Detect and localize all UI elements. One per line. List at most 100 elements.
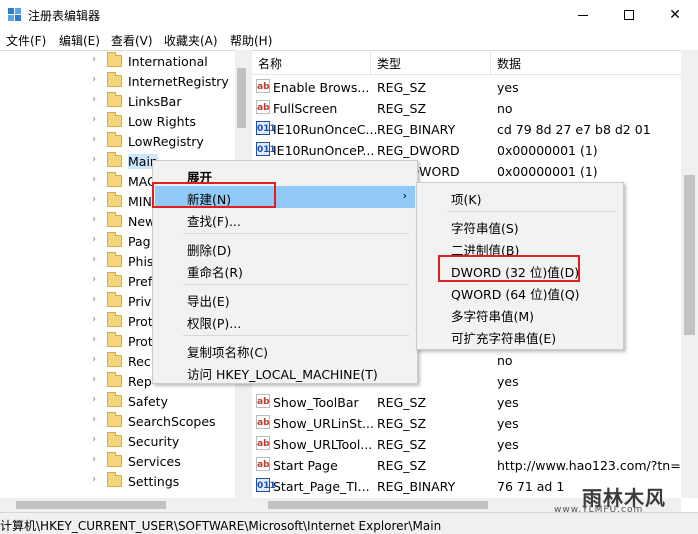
submenu-item[interactable]: QWORD (64 位)值(Q) [419,281,621,303]
expand-chevron-icon[interactable]: › [92,394,96,405]
tree-item-label: Settings [128,474,180,489]
watermark-logo: 雨林木风 www.YLMFU.com [554,480,698,520]
registry-editor-icon [8,8,21,21]
expand-chevron-icon[interactable]: › [92,354,96,365]
folder-icon [107,132,122,147]
table-row[interactable]: ab Start Page REG_SZ http://www.hao123.com/… [252,454,698,475]
context-menu-item[interactable]: 删除(D) [155,237,415,259]
tree-item[interactable]: › LowRegistry [0,131,235,151]
expand-chevron-icon[interactable]: › [92,474,96,485]
cell-data: yes [497,395,519,410]
close-button[interactable]: ✕ [652,0,698,30]
table-row[interactable]: 011 IE10RunOnceC... REG_BINARY cd 79 8d 27 … [252,118,698,139]
cell-data: yes [497,416,519,431]
scroll-thumb[interactable] [268,501,488,509]
tree-item[interactable]: › International [0,51,235,71]
table-row[interactable]: 011 IE10RunOnceP... REG_DWORD 0x00000001 (1… [252,139,698,160]
scroll-thumb[interactable] [684,175,695,335]
menu-favorites[interactable]: 收藏夹(A) [164,32,218,49]
expand-chevron-icon[interactable]: › [92,74,96,85]
expand-chevron-icon[interactable]: › [92,414,96,425]
context-menu-item[interactable]: 重命名(R) [155,259,415,281]
expand-chevron-icon[interactable]: › [92,314,96,325]
minimize-button[interactable] [560,0,606,30]
column-header-data[interactable]: 数据 [497,55,521,72]
table-row[interactable]: ab Show_ToolBar REG_SZ yes [252,391,698,412]
table-row[interactable]: ab Enable Brows... REG_SZ yes [252,76,698,97]
folder-icon [107,412,122,427]
expand-chevron-icon[interactable]: › [92,434,96,445]
table-row[interactable]: ab FullScreen REG_SZ no [252,97,698,118]
expand-chevron-icon[interactable]: › [92,234,96,245]
expand-chevron-icon[interactable]: › [92,334,96,345]
table-row[interactable]: ab Show_URLTool... REG_SZ yes [252,433,698,454]
folder-icon [107,472,122,487]
submenu-item[interactable]: 可扩充字符串值(E) [419,325,621,347]
cell-data: yes [497,437,519,452]
tree-item-label: Pref [128,274,153,289]
submenu-item-label: 字符串值(S) [451,221,519,236]
tree-item-label: SearchScopes [128,414,216,429]
menu-separator [183,335,409,336]
tree-item[interactable]: › Settings [0,471,235,491]
expand-chevron-icon[interactable]: › [92,134,96,145]
menu-help[interactable]: 帮助(H) [230,32,272,49]
expand-chevron-icon[interactable]: › [92,114,96,125]
tree-item[interactable]: › Services [0,451,235,471]
list-vertical-scrollbar[interactable] [681,50,698,498]
submenu-item-label: 多字符串值(M) [451,309,535,324]
expand-chevron-icon[interactable]: › [92,274,96,285]
tree-item-label: LowRegistry [128,134,204,149]
tree-item[interactable]: › InternetRegistry [0,71,235,91]
annotation-box-new [152,182,276,208]
expand-chevron-icon[interactable]: › [92,154,96,165]
scroll-thumb[interactable] [237,68,246,128]
context-menu-item[interactable]: 复制项名称(C) [155,339,415,361]
expand-chevron-icon[interactable]: › [92,374,96,385]
expand-chevron-icon[interactable]: › [92,254,96,265]
folder-icon [107,432,122,447]
submenu-item[interactable]: 多字符串值(M) [419,303,621,325]
tree-item[interactable]: › LinksBar [0,91,235,111]
tree-item[interactable]: › Safety [0,391,235,411]
folder-icon [107,152,122,167]
column-header-name[interactable]: 名称 [258,55,282,72]
expand-chevron-icon[interactable]: › [92,54,96,65]
submenu-item[interactable]: 字符串值(S) [419,215,621,237]
context-menu-item-label: 删除(D) [187,243,232,258]
column-divider[interactable] [490,51,491,75]
context-menu-item[interactable]: 访问 HKEY_LOCAL_MACHINE(T) [155,361,415,383]
tree-item[interactable]: › Low Rights [0,111,235,131]
expand-chevron-icon[interactable]: › [92,294,96,305]
scroll-thumb[interactable] [16,501,166,509]
tree-item[interactable]: › Security [0,431,235,451]
context-menu-item[interactable]: 查找(F)... [155,208,415,230]
expand-chevron-icon[interactable]: › [92,194,96,205]
expand-chevron-icon[interactable]: › [92,454,96,465]
expand-chevron-icon[interactable]: › [92,174,96,185]
menu-edit[interactable]: 编辑(E) [59,32,100,49]
expand-chevron-icon[interactable]: › [92,94,96,105]
menu-separator [183,284,409,285]
tree-item[interactable]: › SearchScopes [0,411,235,431]
column-header-type[interactable]: 类型 [377,55,401,72]
cell-type: REG_BINARY [377,479,456,494]
cell-type: REG_BINARY [377,122,456,137]
context-menu-item[interactable]: 权限(P)... [155,310,415,332]
tree-item-label: LinksBar [128,94,182,109]
submenu-item[interactable]: 项(K) [419,186,621,208]
maximize-button[interactable] [606,0,652,30]
expand-chevron-icon[interactable]: › [92,214,96,225]
folder-icon [107,72,122,87]
tree-horizontal-scrollbar[interactable] [0,498,248,512]
menu-view[interactable]: 查看(V) [111,32,153,49]
column-divider[interactable] [370,51,371,75]
cell-name: IE10RunOnceP... [273,143,375,158]
context-menu-item[interactable]: 导出(E) [155,288,415,310]
binary-value-icon: 011 [256,142,276,156]
table-row[interactable]: ab Show_URLinSt... REG_SZ yes [252,412,698,433]
tree-item-label: Prot [128,314,153,329]
string-value-icon: ab [256,100,270,114]
menu-file[interactable]: 文件(F) [6,32,46,49]
context-menu-item-label: 权限(P)... [187,316,242,331]
